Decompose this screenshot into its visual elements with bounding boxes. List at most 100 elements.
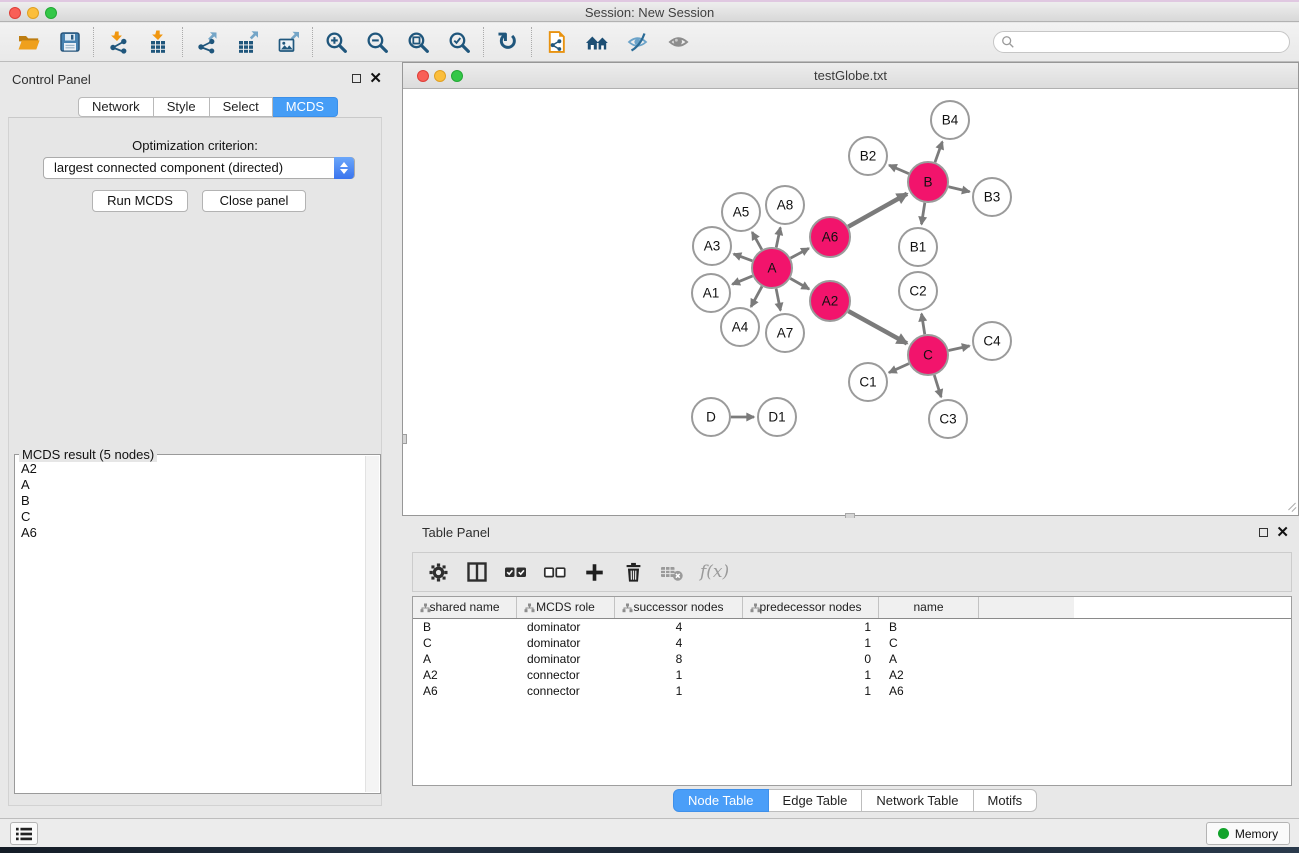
table-cell[interactable]: dominator — [517, 619, 615, 635]
mcds-result-item[interactable]: A6 — [16, 525, 364, 541]
tab-node-table[interactable]: Node Table — [673, 789, 769, 812]
table-cell[interactable]: A — [879, 651, 979, 667]
table-cell[interactable]: 1 — [743, 683, 879, 699]
close-table-panel-icon[interactable]: ✕ — [1276, 527, 1289, 538]
close-panel-button[interactable]: Close panel — [202, 190, 306, 212]
hide-details-button[interactable] — [617, 25, 658, 59]
tab-mcds[interactable]: MCDS — [273, 97, 338, 117]
table-row[interactable]: Adominator80A — [413, 651, 1291, 667]
table-cell[interactable]: 1 — [743, 635, 879, 651]
graph-edge-B-B2[interactable] — [889, 165, 909, 174]
graph-edge-C-C4[interactable] — [949, 346, 970, 351]
graph-edge-A-A2[interactable] — [790, 278, 809, 289]
table-cell[interactable]: 1 — [743, 619, 879, 635]
table-cell[interactable]: B — [413, 619, 517, 635]
resize-corner-icon[interactable] — [1285, 502, 1297, 514]
column-view-button[interactable] — [462, 555, 492, 589]
export-network-button[interactable] — [186, 25, 227, 59]
select-all-button[interactable] — [501, 555, 531, 589]
table-cell[interactable]: 0 — [743, 651, 879, 667]
mcds-result-item[interactable]: A2 — [16, 461, 364, 477]
table-cell[interactable]: A6 — [413, 683, 517, 699]
import-network-button[interactable] — [97, 25, 138, 59]
network-graph[interactable]: B4B2BB3A8A5A6A3B1AC2A1A2A4A7C4CC1DD1C3 — [403, 89, 1298, 515]
graph-edge-A2-C[interactable] — [848, 311, 907, 343]
panel-splitter-grip[interactable] — [402, 434, 407, 444]
table-cell[interactable]: C — [879, 635, 979, 651]
search-input[interactable] — [1019, 35, 1289, 49]
delete-table-button[interactable] — [657, 555, 687, 589]
graph-edge-C-C3[interactable] — [934, 375, 941, 397]
table-cell[interactable]: dominator — [517, 651, 615, 667]
mcds-result-item[interactable]: A — [16, 477, 364, 493]
table-cell[interactable]: connector — [517, 667, 615, 683]
graph-edge-C-C1[interactable] — [889, 364, 909, 373]
graph-edge-A-A4[interactable] — [751, 286, 762, 306]
network-window-titlebar[interactable]: testGlobe.txt — [403, 63, 1298, 89]
table-cell[interactable]: A2 — [413, 667, 517, 683]
tab-network[interactable]: Network — [78, 97, 154, 117]
table-row[interactable]: A6connector11A6 — [413, 683, 1291, 699]
graph-edge-A6-B[interactable] — [848, 194, 907, 227]
show-panels-button[interactable] — [10, 822, 38, 845]
zoom-fit-button[interactable] — [398, 25, 439, 59]
graph-edge-A-A3[interactable] — [734, 254, 753, 261]
column-header-MCDS-role[interactable]: MCDS role — [517, 597, 615, 618]
table-cell[interactable]: 1 — [743, 667, 879, 683]
table-cell[interactable]: 4 — [615, 619, 743, 635]
float-table-panel-icon[interactable] — [1259, 528, 1268, 537]
function-builder-button[interactable]: f(x) — [700, 562, 729, 582]
tab-network-table[interactable]: Network Table — [862, 789, 973, 812]
table-row[interactable]: A2connector11A2 — [413, 667, 1291, 683]
table-cell[interactable]: dominator — [517, 635, 615, 651]
zoom-in-button[interactable] — [316, 25, 357, 59]
table-cell[interactable]: 1 — [615, 667, 743, 683]
table-cell[interactable]: A2 — [879, 667, 979, 683]
memory-button[interactable]: Memory — [1206, 822, 1290, 845]
table-cell[interactable]: A6 — [879, 683, 979, 699]
table-row[interactable]: Cdominator41C — [413, 635, 1291, 651]
graph-edge-B-B1[interactable] — [921, 203, 924, 225]
mcds-result-list[interactable]: A2ABCA6 — [16, 461, 364, 792]
close-panel-icon[interactable]: ✕ — [369, 73, 382, 84]
export-table-button[interactable] — [227, 25, 268, 59]
import-table-button[interactable] — [138, 25, 179, 59]
tab-edge-table[interactable]: Edge Table — [769, 789, 863, 812]
column-header-name[interactable]: name — [879, 597, 979, 618]
column-header-predecessor-nodes[interactable]: predecessor nodes — [743, 597, 879, 618]
node-table[interactable]: shared nameMCDS rolesuccessor nodesprede… — [412, 596, 1292, 786]
tab-motifs[interactable]: Motifs — [974, 789, 1038, 812]
graph-edge-A-A7[interactable] — [776, 289, 780, 311]
show-details-button[interactable] — [658, 25, 699, 59]
save-session-button[interactable] — [49, 25, 90, 59]
graph-edge-B-B3[interactable] — [948, 187, 969, 192]
graph-edge-A-A1[interactable] — [732, 276, 752, 284]
home-neighbors-button[interactable] — [576, 25, 617, 59]
table-cell[interactable]: 4 — [615, 635, 743, 651]
tab-select[interactable]: Select — [210, 97, 273, 117]
table-cell[interactable]: 1 — [615, 683, 743, 699]
graph-edge-B-B4[interactable] — [935, 142, 942, 163]
deselect-all-button[interactable] — [540, 555, 570, 589]
tab-style[interactable]: Style — [154, 97, 210, 117]
graph-edge-A-A5[interactable] — [752, 232, 762, 250]
delete-column-button[interactable] — [618, 555, 648, 589]
search-field[interactable] — [993, 31, 1290, 53]
criterion-dropdown[interactable]: largest connected component (directed) — [43, 157, 355, 179]
export-image-button[interactable] — [268, 25, 309, 59]
table-cell[interactable]: A — [413, 651, 517, 667]
column-header-successor-nodes[interactable]: successor nodes — [615, 597, 743, 618]
table-settings-button[interactable] — [423, 555, 453, 589]
run-mcds-button[interactable]: Run MCDS — [92, 190, 188, 212]
graph-edge-A-A6[interactable] — [791, 248, 809, 258]
zoom-selected-button[interactable] — [439, 25, 480, 59]
network-document-button[interactable] — [535, 25, 576, 59]
table-row[interactable]: Bdominator41B — [413, 619, 1291, 635]
add-column-button[interactable] — [579, 555, 609, 589]
mcds-result-item[interactable]: B — [16, 493, 364, 509]
graph-edge-A-A8[interactable] — [776, 228, 780, 248]
table-cell[interactable]: B — [879, 619, 979, 635]
refresh-layout-button[interactable]: ↻ — [487, 25, 528, 59]
graph-edge-C-C2[interactable] — [922, 314, 925, 335]
zoom-out-button[interactable] — [357, 25, 398, 59]
